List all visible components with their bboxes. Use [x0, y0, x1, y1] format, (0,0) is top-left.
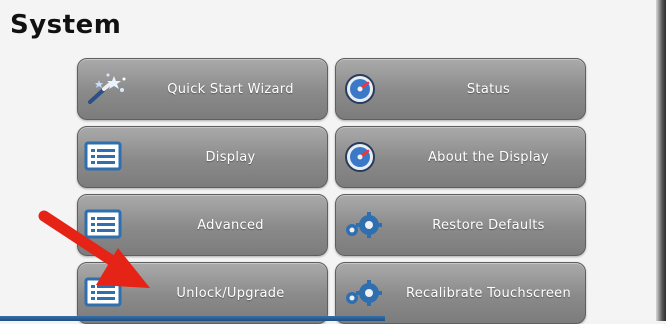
- recalibrate-touchscreen-label: Recalibrate Touchscreen: [405, 285, 571, 301]
- status-button[interactable]: Status: [335, 58, 586, 120]
- about-the-display-label: About the Display: [427, 149, 550, 165]
- gears-icon: [342, 276, 386, 310]
- gauge-icon: [342, 72, 386, 106]
- unlock-upgrade-label: Unlock/Upgrade: [176, 285, 285, 301]
- gears-icon: [342, 208, 386, 242]
- advanced-label: Advanced: [197, 217, 264, 233]
- status-label: Status: [466, 81, 511, 97]
- list-icon: [84, 208, 128, 242]
- quick-start-wizard-button[interactable]: Quick Start Wizard: [77, 58, 328, 120]
- about-the-display-button[interactable]: About the Display: [335, 126, 586, 188]
- page-title: System: [10, 10, 122, 40]
- system-screen: System Quick Start Wizard Status Display…: [0, 0, 656, 324]
- bottom-bar: [0, 316, 385, 321]
- recalibrate-touchscreen-button[interactable]: Recalibrate Touchscreen: [335, 262, 586, 324]
- restore-defaults-label: Restore Defaults: [432, 217, 545, 233]
- quick-start-wizard-label: Quick Start Wizard: [167, 81, 294, 97]
- restore-defaults-button[interactable]: Restore Defaults: [335, 194, 586, 256]
- window-edge: [656, 0, 666, 321]
- magic-wand-icon: [84, 72, 128, 106]
- list-icon: [84, 276, 128, 310]
- unlock-upgrade-button[interactable]: Unlock/Upgrade: [77, 262, 328, 324]
- display-button[interactable]: Display: [77, 126, 328, 188]
- list-icon: [84, 140, 128, 174]
- gauge-icon: [342, 140, 386, 174]
- display-label: Display: [205, 149, 256, 165]
- advanced-button[interactable]: Advanced: [77, 194, 328, 256]
